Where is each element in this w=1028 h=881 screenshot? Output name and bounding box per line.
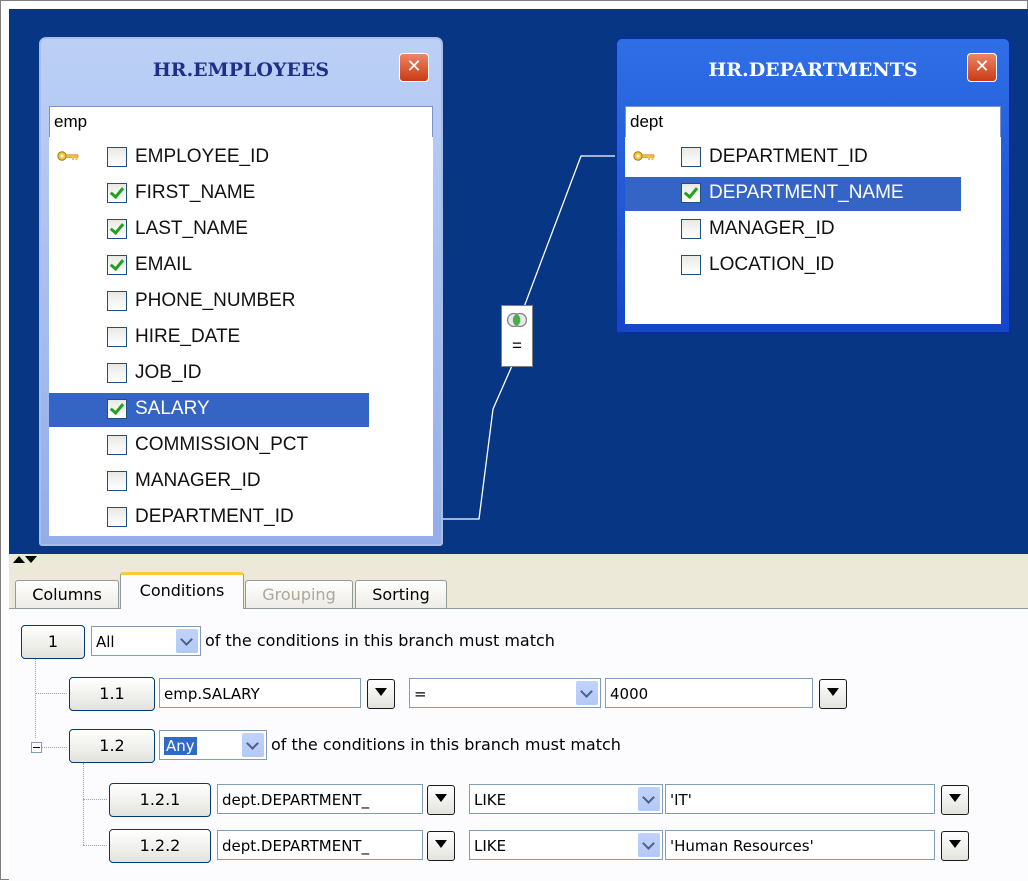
employees-table-title[interactable]: HR.EMPLOYEES	[41, 39, 441, 105]
column-name: EMPLOYEE_ID	[135, 146, 270, 167]
tree-connector	[83, 763, 84, 845]
column-checkbox[interactable]	[107, 183, 127, 203]
column-checkbox[interactable]	[107, 471, 127, 491]
condition-1-2-1-value-dropdown-button[interactable]	[941, 785, 969, 815]
column-checkbox[interactable]	[107, 363, 127, 383]
column-name: HIRE_DATE	[135, 326, 241, 347]
column-checkbox[interactable]	[107, 507, 127, 527]
column-checkbox[interactable]	[107, 327, 127, 347]
column-row[interactable]: SALARY	[49, 393, 369, 427]
column-checkbox[interactable]	[681, 147, 701, 167]
chevron-down-icon[interactable]	[576, 681, 598, 705]
tab-grouping: Grouping	[245, 580, 353, 609]
column-row[interactable]: DEPARTMENT_NAME	[625, 177, 961, 211]
column-name: MANAGER_ID	[709, 218, 835, 239]
chevron-down-icon[interactable]	[176, 629, 198, 653]
join-indicator[interactable]: =	[501, 305, 533, 367]
match-any-select[interactable]: Any	[159, 730, 267, 760]
tab-sorting[interactable]: Sorting	[355, 580, 447, 609]
diagram-canvas[interactable]: HR.EMPLOYEES ✕ emp EMPLOYEE_ID FIRST_NAME…	[9, 9, 1028, 554]
chevron-down-icon[interactable]	[638, 787, 660, 811]
condition-1-1-button[interactable]: 1.1	[69, 677, 155, 711]
departments-alias-input[interactable]: dept	[625, 106, 1001, 138]
column-name: DEPARTMENT_ID	[709, 146, 868, 167]
condition-1-2-2-field-input[interactable]: dept.DEPARTMENT_	[217, 830, 423, 860]
conditions-panel: 1 All of the conditions in this branch m…	[9, 608, 1028, 881]
match-all-value: All	[96, 633, 115, 651]
column-checkbox[interactable]	[681, 255, 701, 275]
column-name: LAST_NAME	[135, 218, 248, 239]
condition-1-2-2-value-dropdown-button[interactable]	[941, 831, 969, 861]
departments-column-list: DEPARTMENT_ID DEPARTMENT_NAME MANAGER_ID LO…	[625, 137, 1001, 324]
collapse-branch-icon[interactable]	[31, 742, 42, 753]
panel-splitter[interactable]	[9, 554, 1028, 568]
departments-table-window[interactable]: HR.DEPARTMENTS ✕ dept DEPARTMENT_ID DEPAR…	[615, 37, 1011, 334]
query-builder-window: HR.EMPLOYEES ✕ emp EMPLOYEE_ID FIRST_NAME…	[0, 0, 1028, 881]
column-name: DEPARTMENT_NAME	[709, 182, 904, 203]
condition-1-2-button[interactable]: 1.2	[69, 729, 155, 763]
bottom-panel: Columns Conditions Grouping Sorting 1 Al…	[9, 568, 1028, 881]
column-checkbox[interactable]	[107, 255, 127, 275]
match-all-select[interactable]: All	[91, 626, 201, 656]
tree-connector	[35, 693, 67, 694]
column-name: SALARY	[135, 398, 210, 419]
condition-1-2-2-operator-select[interactable]: LIKE	[469, 830, 663, 860]
condition-1-1-value-dropdown-button[interactable]	[819, 679, 847, 709]
column-checkbox[interactable]	[107, 291, 127, 311]
column-checkbox[interactable]	[107, 147, 127, 167]
condition-1-2-1-operator-value: LIKE	[474, 791, 507, 809]
condition-1-2-2-value-input[interactable]: 'Human Resources'	[665, 830, 935, 860]
column-checkbox[interactable]	[107, 435, 127, 455]
departments-close-icon[interactable]: ✕	[967, 53, 997, 82]
splitter-up-icon[interactable]	[13, 556, 25, 563]
condition-1-2-2-operator-value: LIKE	[474, 837, 507, 855]
condition-1-2-1-button[interactable]: 1.2.1	[109, 783, 211, 817]
primary-key-icon	[57, 151, 79, 161]
tab-bar: Columns Conditions Grouping Sorting	[9, 568, 1028, 609]
condition-1-1-operator-select[interactable]: =	[409, 678, 601, 708]
condition-1-2-2-field-dropdown-button[interactable]	[427, 831, 455, 861]
tree-connector	[83, 799, 107, 800]
condition-1-button[interactable]: 1	[21, 625, 85, 659]
column-name: COMMISSION_PCT	[135, 434, 309, 455]
condition-1-2-1-field-input[interactable]: dept.DEPARTMENT_	[217, 784, 423, 814]
splitter-down-icon[interactable]	[25, 556, 37, 563]
tab-conditions[interactable]: Conditions	[120, 572, 244, 609]
chevron-down-icon[interactable]	[242, 733, 264, 757]
column-checkbox[interactable]	[681, 183, 701, 203]
column-name: JOB_ID	[135, 362, 202, 383]
condition-1-2-1-value-input[interactable]: 'IT'	[665, 784, 935, 814]
column-checkbox[interactable]	[107, 399, 127, 419]
column-name: FIRST_NAME	[135, 182, 256, 203]
condition-1-1-field-dropdown-button[interactable]	[367, 679, 395, 709]
tab-columns[interactable]: Columns	[15, 580, 119, 609]
column-name: PHONE_NUMBER	[135, 290, 296, 311]
inner-join-icon	[507, 312, 527, 328]
condition-1-2-1-operator-select[interactable]: LIKE	[469, 784, 663, 814]
branch-1-2-description: of the conditions in this branch must ma…	[271, 735, 621, 754]
column-name: DEPARTMENT_ID	[135, 506, 294, 527]
condition-1-2-2-button[interactable]: 1.2.2	[109, 829, 211, 863]
tree-connector	[83, 845, 107, 846]
employees-close-icon[interactable]: ✕	[399, 53, 429, 82]
condition-1-1-operator-value: =	[414, 685, 427, 703]
match-any-value: Any	[164, 737, 197, 755]
column-name: EMAIL	[135, 254, 193, 275]
join-operator-label: =	[512, 336, 522, 355]
employees-table-window[interactable]: HR.EMPLOYEES ✕ emp EMPLOYEE_ID FIRST_NAME…	[39, 37, 443, 546]
branch-1-description: of the conditions in this branch must ma…	[205, 631, 555, 650]
column-checkbox[interactable]	[681, 219, 701, 239]
condition-1-2-1-field-dropdown-button[interactable]	[427, 785, 455, 815]
column-name: LOCATION_ID	[709, 254, 835, 275]
column-checkbox[interactable]	[107, 219, 127, 239]
employees-alias-input[interactable]: emp	[49, 106, 433, 138]
employees-column-list: EMPLOYEE_ID FIRST_NAME LAST_NAME EMAIL PHONE…	[49, 137, 433, 536]
condition-1-1-field-input[interactable]: emp.SALARY	[159, 678, 361, 708]
departments-table-title[interactable]: HR.DEPARTMENTS	[617, 39, 1009, 105]
primary-key-icon	[633, 151, 655, 161]
chevron-down-icon[interactable]	[638, 833, 660, 857]
tree-connector	[35, 646, 36, 738]
condition-1-1-value-input[interactable]: 4000	[605, 678, 813, 708]
column-name: MANAGER_ID	[135, 470, 261, 491]
